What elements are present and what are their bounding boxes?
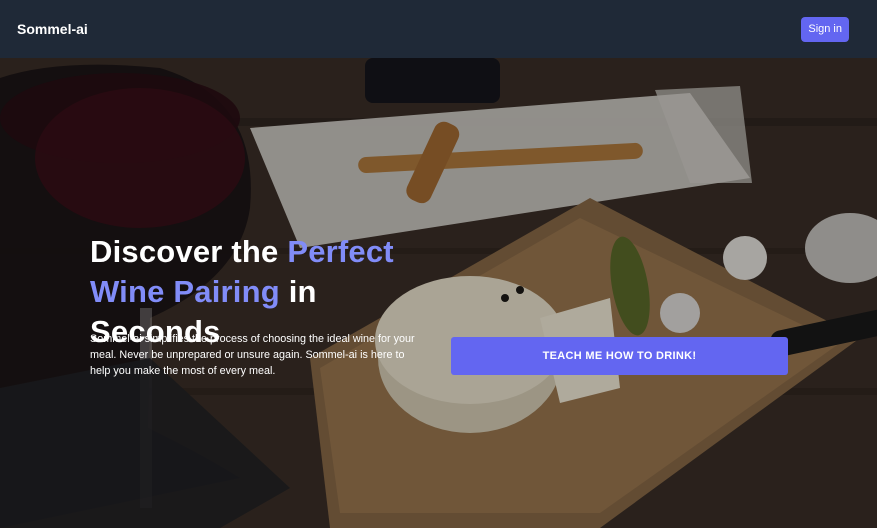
sign-in-button[interactable]: Sign in (801, 16, 849, 42)
hero-description: Sommel-ai simplifies the process of choo… (90, 333, 415, 377)
brand-logo[interactable]: Sommel-ai (17, 21, 88, 37)
hero-section: Discover the Perfect Wine Pairing in Sec… (0, 58, 877, 528)
teach-me-button[interactable]: TEACH ME HOW TO DRINK! (451, 337, 788, 375)
navbar: Sommel-ai Sign in (0, 0, 877, 58)
hero-title-line1: Discover the (90, 234, 279, 269)
